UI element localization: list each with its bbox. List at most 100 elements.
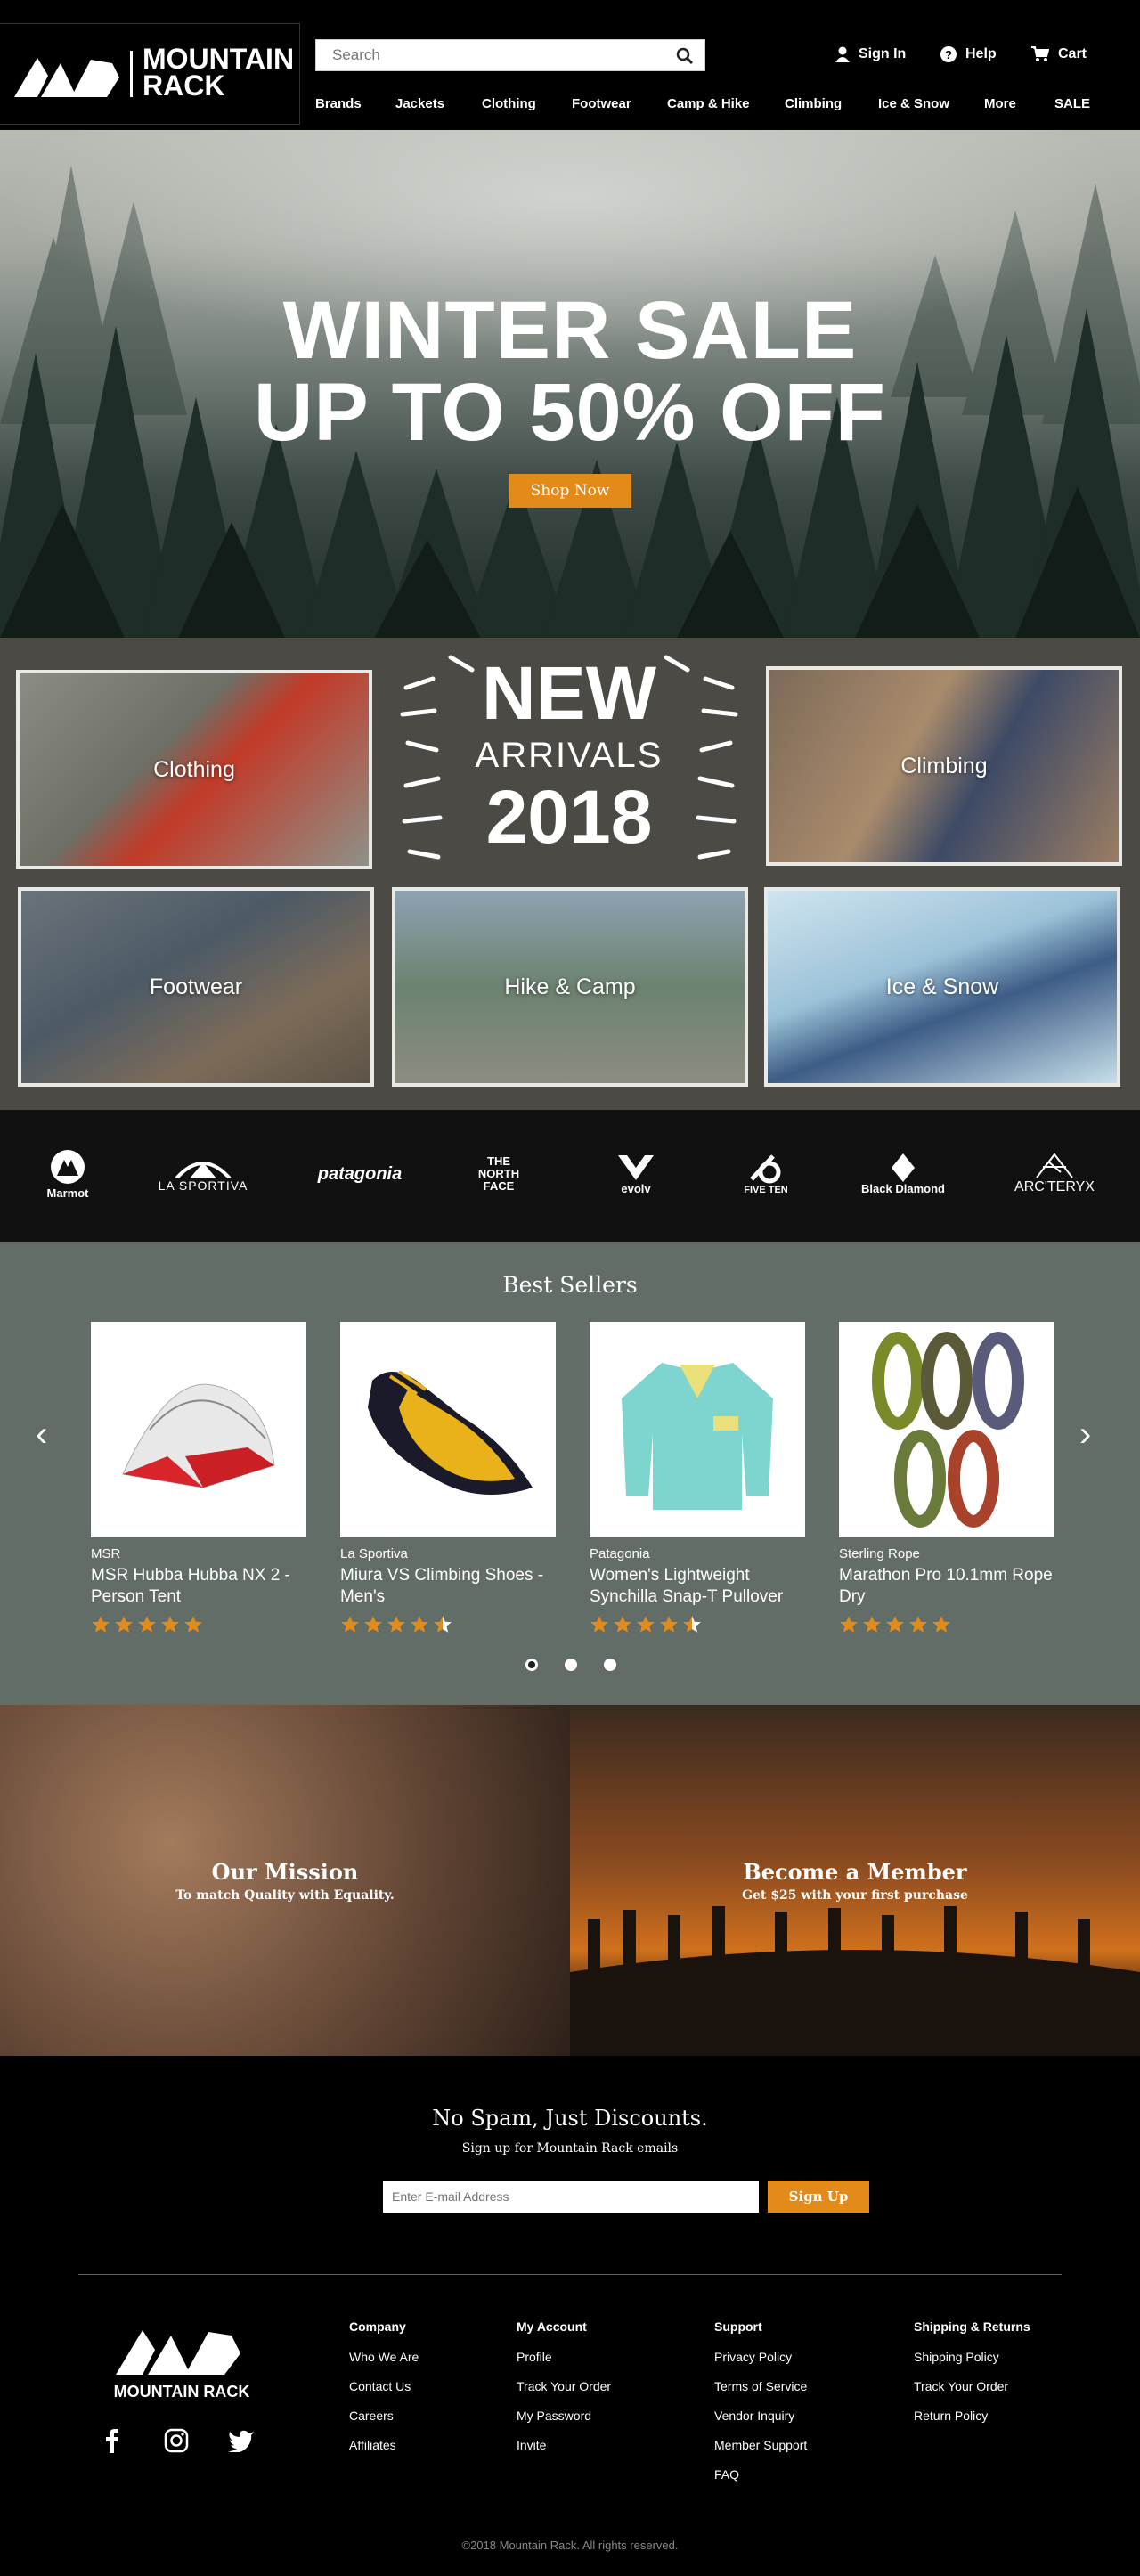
five-ten-logo-icon <box>750 1154 781 1184</box>
brand-logo-arcteryx[interactable]: ARC'TERYX <box>1001 1145 1108 1202</box>
logo-link[interactable]: MOUNTAIN RACK <box>0 23 300 125</box>
sign-in-link[interactable]: Sign In <box>835 46 906 62</box>
product-card[interactable]: Patagonia Women's Lightweight Synchilla … <box>590 1322 805 1634</box>
footer-link[interactable]: My Password <box>517 2409 611 2438</box>
nav-climbing[interactable]: Climbing <box>785 96 878 111</box>
email-field[interactable] <box>383 2181 759 2213</box>
product-image-climbing-shoe[interactable] <box>340 1322 556 1537</box>
brand-logo-the-north-face[interactable]: THE NORTH FACE <box>445 1145 552 1202</box>
footer-link[interactable]: Privacy Policy <box>714 2350 807 2379</box>
badge-new-text: NEW <box>482 651 656 735</box>
brand-logo-marmot[interactable]: Marmot <box>14 1145 121 1202</box>
nav-camp-hike[interactable]: Camp & Hike <box>667 96 785 111</box>
star-icon <box>364 1616 382 1633</box>
brand-name: FIVE TEN <box>744 1185 788 1195</box>
brand-logo-la-sportiva[interactable]: LA SPORTIVA <box>150 1145 256 1202</box>
nav-jackets[interactable]: Jackets <box>395 96 482 111</box>
footer-link[interactable]: Who We Are <box>349 2350 419 2379</box>
black-diamond-logo-icon <box>892 1153 915 1182</box>
category-tile-clothing[interactable]: Clothing <box>16 670 372 869</box>
product-image-tent[interactable] <box>91 1322 306 1537</box>
footer-link[interactable]: Return Policy <box>914 2409 1030 2438</box>
search-icon[interactable] <box>676 47 694 65</box>
twitter-icon[interactable] <box>228 2429 255 2452</box>
footer-link[interactable]: Affiliates <box>349 2438 419 2467</box>
product-name[interactable]: Women's Lightweight Synchilla Snap-T Pul… <box>590 1565 805 1608</box>
star-icon <box>909 1616 927 1633</box>
footer-column-title: Support <box>714 2319 762 2334</box>
product-card[interactable]: MSR MSR Hubba Hubba NX 2 - Person Tent <box>91 1322 306 1634</box>
nav-footwear[interactable]: Footwear <box>572 96 667 111</box>
search-input[interactable] <box>316 40 655 70</box>
nav-more[interactable]: More <box>984 96 1054 111</box>
product-image-rope[interactable] <box>839 1322 1054 1537</box>
facebook-icon[interactable] <box>100 2428 125 2453</box>
star-icon <box>434 1616 452 1633</box>
product-card[interactable]: La Sportiva Miura VS Climbing Shoes - Me… <box>340 1322 556 1634</box>
product-name[interactable]: Miura VS Climbing Shoes - Men's <box>340 1565 556 1608</box>
carousel-next-icon[interactable]: › <box>1079 1416 1091 1452</box>
pullover-image <box>622 1363 773 1510</box>
footer-link[interactable]: Contact Us <box>349 2379 419 2409</box>
instagram-icon[interactable] <box>164 2428 189 2453</box>
carousel-dot-1[interactable] <box>525 1659 538 1671</box>
tent-image <box>122 1383 275 1488</box>
footer-link[interactable]: Vendor Inquiry <box>714 2409 807 2438</box>
our-mission-panel[interactable]: Our Mission To match Quality with Equali… <box>0 1705 570 2056</box>
footer-column-title: My Account <box>517 2319 587 2334</box>
nav-ice-snow[interactable]: Ice & Snow <box>878 96 984 111</box>
hero-headline-line-2: UP TO 50% OFF <box>253 367 886 458</box>
best-sellers-carousel: Best Sellers ‹ › MSR MSR Hubba Hubba NX … <box>0 1242 1140 1705</box>
become-member-panel[interactable]: Become a Member Get $25 with your first … <box>570 1705 1140 2056</box>
footer-link[interactable]: FAQ <box>714 2467 807 2497</box>
new-arrivals-badge: NEW ARRIVALS 2018 <box>397 643 741 878</box>
category-tile-footwear[interactable]: Footwear <box>18 887 374 1087</box>
newsletter-title: No Spam, Just Discounts. <box>432 2106 708 2131</box>
carousel-prev-icon[interactable]: ‹ <box>36 1416 47 1452</box>
badge-arrivals-text: ARRIVALS <box>475 736 664 775</box>
brand-logo-five-ten[interactable]: FIVE TEN <box>712 1145 819 1202</box>
footer-link[interactable]: Profile <box>517 2350 611 2379</box>
product-brand: MSR <box>91 1546 121 1561</box>
star-icon <box>411 1616 428 1633</box>
product-name[interactable]: MSR Hubba Hubba NX 2 - Person Tent <box>91 1565 306 1608</box>
nav-sale[interactable]: SALE <box>1054 96 1108 111</box>
search-box <box>315 39 705 71</box>
marmot-logo-icon <box>51 1149 85 1184</box>
sign-up-button[interactable]: Sign Up <box>768 2181 869 2213</box>
brand-name: THE NORTH FACE <box>477 1154 520 1193</box>
nav-brands[interactable]: Brands <box>315 96 395 111</box>
carousel-dot-2[interactable] <box>565 1659 577 1671</box>
footer-link[interactable]: Track Your Order <box>914 2379 1030 2409</box>
brand-logo-patagonia[interactable]: patagonia <box>306 1145 413 1202</box>
category-tile-ice-snow[interactable]: Ice & Snow <box>764 887 1120 1087</box>
footer-link[interactable]: Invite <box>517 2438 611 2467</box>
footer-link[interactable]: Terms of Service <box>714 2379 807 2409</box>
footer-link[interactable]: Track Your Order <box>517 2379 611 2409</box>
footer-link[interactable]: Shipping Policy <box>914 2350 1030 2379</box>
help-link[interactable]: ? Help <box>940 46 997 62</box>
brand-strip: Marmot LA SPORTIVA patagonia THE NORTH F… <box>0 1110 1140 1242</box>
brand-name: evolv <box>621 1181 651 1195</box>
product-rating <box>839 1615 1054 1634</box>
brand-logo-evolv[interactable]: evolv <box>582 1145 689 1202</box>
footer-link[interactable]: Member Support <box>714 2438 807 2467</box>
cart-link[interactable]: Cart <box>1031 46 1087 62</box>
shop-now-button[interactable]: Shop Now <box>509 474 631 508</box>
star-icon <box>932 1616 950 1633</box>
site-footer: MOUNTAIN RACK Company Who We Are Contact… <box>0 2275 1140 2576</box>
category-label: Footwear <box>149 974 243 999</box>
brand-logo-black-diamond[interactable]: Black Diamond <box>850 1145 957 1202</box>
footer-logo[interactable]: MOUNTAIN RACK <box>110 2321 253 2401</box>
carousel-dot-3[interactable] <box>604 1659 616 1671</box>
footer-link[interactable]: Careers <box>349 2409 419 2438</box>
product-card[interactable]: Sterling Rope Marathon Pro 10.1mm Rope D… <box>839 1322 1054 1634</box>
social-links <box>100 2428 255 2453</box>
mountain-logo-icon <box>14 58 119 97</box>
category-tile-climbing[interactable]: Climbing <box>766 666 1122 866</box>
nav-clothing[interactable]: Clothing <box>482 96 572 111</box>
sign-in-label: Sign In <box>859 46 907 61</box>
product-name[interactable]: Marathon Pro 10.1mm Rope Dry <box>839 1565 1054 1608</box>
category-tile-hike-camp[interactable]: Hike & Camp <box>392 887 748 1087</box>
product-image-pullover[interactable] <box>590 1322 805 1537</box>
